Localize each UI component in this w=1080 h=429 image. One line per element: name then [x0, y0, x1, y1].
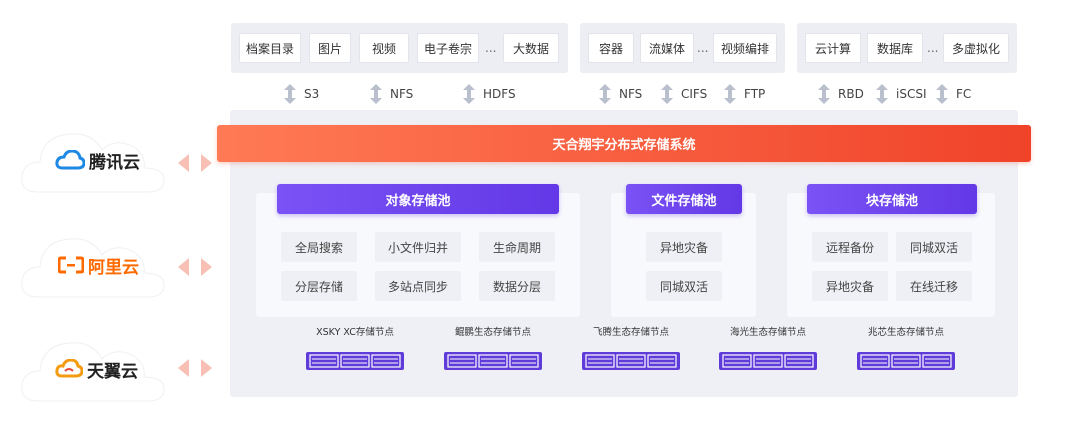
- app-chip: 档案目录: [239, 33, 301, 63]
- app-chip: 视频编排: [713, 33, 777, 63]
- pool-feature: 生命周期: [479, 232, 555, 262]
- pool-feature: 同城双活: [646, 271, 722, 301]
- pool-feature: 数据分层: [479, 271, 555, 301]
- ellipsis: ...: [697, 41, 709, 55]
- server-rack-icon: [857, 352, 955, 370]
- pool-feature: 在线迁移: [896, 271, 972, 301]
- app-chip: 大数据: [503, 33, 559, 63]
- cloud-provider-label: 天翼云: [55, 333, 138, 405]
- aliyun-logo-icon: [58, 256, 84, 274]
- pool-feature: 全局搜索: [281, 232, 357, 262]
- double-arrow-icon: [178, 359, 212, 377]
- storage-node: 飞腾生态存储节点: [576, 324, 686, 376]
- server-rack-icon: [306, 352, 404, 370]
- pool-feature: 小文件归并: [375, 232, 461, 262]
- pool-feature: 分层存储: [281, 271, 357, 301]
- ellipsis: ...: [927, 41, 939, 55]
- up-down-arrow-icon: [936, 84, 948, 104]
- protocol-rbd: RBD: [818, 84, 864, 104]
- protocol-label: NFS: [390, 87, 414, 101]
- protocol-nfs: NFS: [370, 84, 413, 104]
- up-down-arrow-icon: [876, 84, 888, 104]
- storage-node: 兆芯生态存储节点: [851, 324, 961, 376]
- cloud-name: 腾讯云: [89, 152, 140, 173]
- storage-node-label: 鲲鹏生态存储节点: [454, 327, 531, 338]
- app-chip: 图片: [309, 33, 351, 63]
- app-chip: 视频: [359, 33, 409, 63]
- up-down-arrow-icon: [463, 84, 475, 104]
- storage-node: 鲲鹏生态存储节点: [438, 324, 548, 376]
- protocol-nfs-2: NFS: [599, 84, 642, 104]
- protocol-ftp: FTP: [724, 84, 765, 104]
- protocol-cifs: CIFS: [661, 84, 707, 104]
- cloud-name: 阿里云: [88, 257, 139, 278]
- cloud-name: 天翼云: [87, 361, 138, 382]
- double-arrow-icon: [178, 258, 212, 276]
- app-group-3: 云计算 数据库 ... 多虚拟化: [797, 23, 1017, 73]
- app-group-2: 容器 流媒体 ... 视频编排: [580, 23, 785, 73]
- up-down-arrow-icon: [599, 84, 611, 104]
- pool-feature: 同城双活: [896, 232, 972, 262]
- block-pool-header: 块存储池: [807, 184, 977, 214]
- app-chip: 流媒体: [640, 33, 694, 63]
- protocol-fc: FC: [936, 84, 971, 104]
- protocol-label: CIFS: [681, 87, 708, 101]
- protocol-label: FC: [956, 87, 972, 101]
- ellipsis: ...: [485, 41, 497, 55]
- cloud-provider-label: 腾讯云: [55, 124, 140, 196]
- server-rack-icon: [582, 352, 680, 370]
- app-group-1: 档案目录 图片 视频 电子卷宗 ... 大数据: [231, 23, 568, 73]
- cloud-aliyun: 阿里云: [18, 229, 168, 301]
- up-down-arrow-icon: [724, 84, 736, 104]
- app-chip: 多虚拟化: [943, 33, 1009, 63]
- server-rack-icon: [444, 352, 542, 370]
- app-chip: 云计算: [805, 33, 861, 63]
- server-rack-icon: [719, 352, 817, 370]
- tencent-cloud-logo-icon: [55, 150, 85, 170]
- object-pool-header: 对象存储池: [277, 184, 559, 214]
- protocol-label: HDFS: [483, 87, 516, 101]
- cloud-provider-label: 阿里云: [58, 229, 139, 301]
- tianyi-cloud-logo-icon: [55, 359, 83, 378]
- pool-feature: 异地灾备: [646, 232, 722, 262]
- protocol-label: NFS: [619, 87, 643, 101]
- storage-node-label: 兆芯生态存储节点: [867, 327, 944, 338]
- protocol-hdfs: HDFS: [463, 84, 516, 104]
- app-chip: 电子卷宗: [417, 33, 479, 63]
- up-down-arrow-icon: [661, 84, 673, 104]
- pool-feature: 多站点同步: [375, 271, 461, 301]
- protocol-label: RBD: [838, 87, 864, 101]
- storage-node: 海光生态存储节点: [713, 324, 823, 376]
- file-pool-header: 文件存储池: [626, 184, 742, 214]
- up-down-arrow-icon: [284, 84, 296, 104]
- protocol-label: FTP: [744, 87, 766, 101]
- double-arrow-icon: [178, 154, 212, 172]
- protocol-label: iSCSI: [896, 87, 927, 101]
- cloud-tencent: 腾讯云: [18, 124, 168, 196]
- app-chip: 容器: [588, 33, 634, 63]
- pool-feature: 远程备份: [812, 232, 888, 262]
- up-down-arrow-icon: [370, 84, 382, 104]
- storage-node-label: 海光生态存储节点: [729, 327, 806, 338]
- pool-feature: 异地灾备: [812, 271, 888, 301]
- protocol-s3: S3: [284, 84, 319, 104]
- up-down-arrow-icon: [818, 84, 830, 104]
- system-title-banner: 天合翔宇分布式存储系统: [217, 125, 1031, 162]
- storage-node-label: 飞腾生态存储节点: [592, 327, 669, 338]
- storage-node-label: XSKY XC存储节点: [316, 327, 394, 338]
- cloud-tianyi: 天翼云: [18, 333, 168, 405]
- storage-node: XSKY XC存储节点: [300, 324, 410, 376]
- app-chip: 数据库: [867, 33, 923, 63]
- protocol-label: S3: [304, 87, 320, 101]
- protocol-iscsi: iSCSI: [876, 84, 927, 104]
